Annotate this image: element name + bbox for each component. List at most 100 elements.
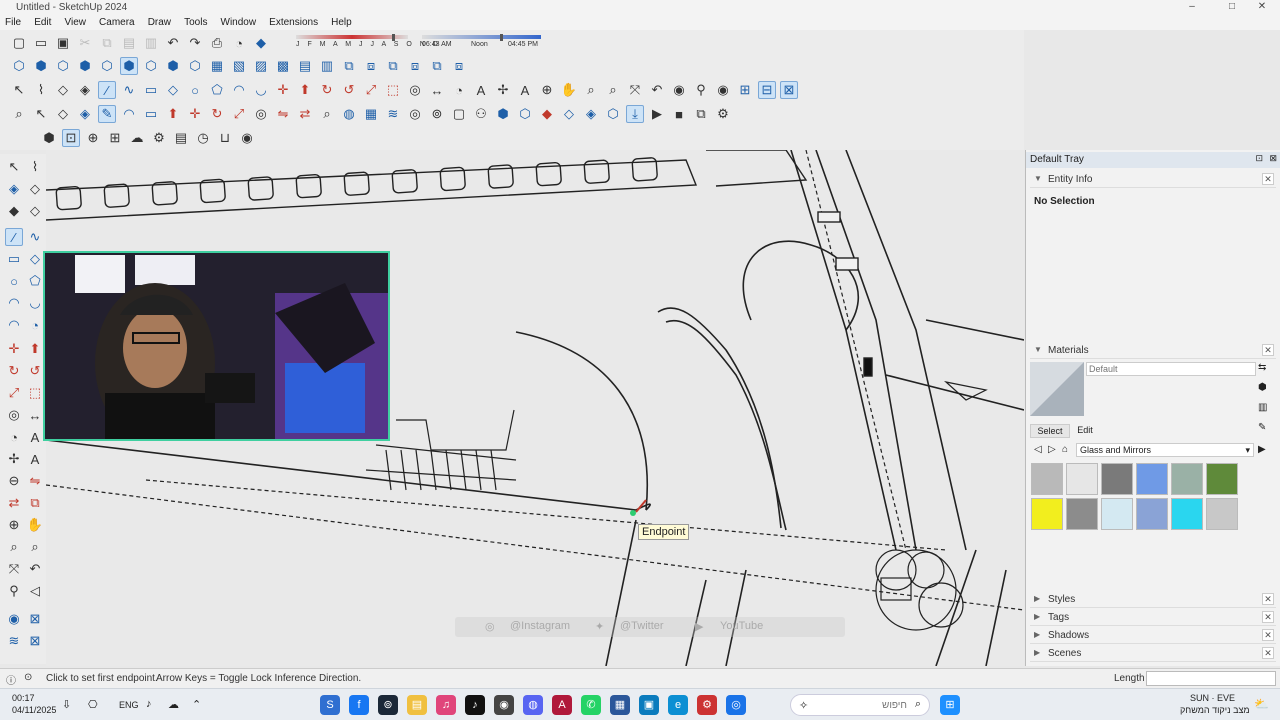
tray-close-icon[interactable]: ⊠ <box>1269 153 1277 164</box>
zoom-tool-left-icon[interactable]: ⌕ <box>5 538 23 556</box>
menu-draw[interactable]: Draw <box>143 16 176 29</box>
credits-icon[interactable]: ⊙ <box>24 672 32 683</box>
material-name-field[interactable] <box>1086 362 1256 376</box>
components-icon[interactable]: ⧉ <box>384 57 402 75</box>
rotate-icon[interactable]: ↻ <box>318 81 336 99</box>
close-button[interactable]: ✕ <box>1250 1 1274 15</box>
cursor-mode-icon[interactable]: ⤓ <box>626 105 644 123</box>
mirror-icon[interactable]: ⇄ <box>296 105 314 123</box>
maximize-button[interactable]: □ <box>1220 1 1244 15</box>
material-swatch[interactable] <box>1101 498 1133 530</box>
rotate-tool-icon[interactable]: ↻ <box>208 105 226 123</box>
position-camera-icon[interactable]: ◉ <box>670 81 688 99</box>
calculator-app-icon[interactable]: ▦ <box>610 695 630 715</box>
facebook-app-icon[interactable]: f <box>349 695 369 715</box>
tab-edit[interactable]: Edit <box>1070 424 1100 438</box>
language-indicator[interactable]: ENG <box>119 700 139 710</box>
scenes-close-icon[interactable]: ✕ <box>1262 647 1274 659</box>
select-tool-icon[interactable]: ↖ <box>5 158 23 176</box>
solid-subtract-icon[interactable]: ⬡ <box>516 105 534 123</box>
pan-tool-icon[interactable]: ✋ <box>26 516 44 534</box>
3d-text-icon[interactable]: A <box>516 81 534 99</box>
menu-view[interactable]: View <box>59 16 91 29</box>
top-view-icon[interactable]: ⬢ <box>32 57 50 75</box>
three-point-arc-icon[interactable]: ◠ <box>5 316 23 334</box>
chrome-browser-icon[interactable]: ◎ <box>726 695 746 715</box>
onedrive-icon[interactable]: ☁ <box>168 698 179 711</box>
walk-icon[interactable]: ⚲ <box>692 81 710 99</box>
flip-icon[interactable]: ⇋ <box>274 105 292 123</box>
flip-tool-icon[interactable]: ⇋ <box>26 472 44 490</box>
cart-icon[interactable]: ⊔ <box>216 129 234 147</box>
collection-select[interactable]: Glass and Mirrors ▾ <box>1076 443 1254 457</box>
group-icon[interactable]: ⧈ <box>406 57 424 75</box>
zoom-extents-icon[interactable]: ⤧ <box>626 81 644 99</box>
move-tool-left-icon[interactable]: ✛ <box>5 340 23 358</box>
back-view-icon[interactable]: ⬡ <box>98 57 116 75</box>
start-menu-icon[interactable]: ⊞ <box>940 695 960 715</box>
cloud-icon[interactable]: ☁ <box>128 129 146 147</box>
extension-warehouse-icon[interactable]: ⬢ <box>40 129 58 147</box>
dimension-tool-icon[interactable]: ↔ <box>26 406 44 424</box>
styles-close-icon[interactable]: ✕ <box>1262 593 1274 605</box>
chat-icon[interactable]: ⎔ <box>88 698 98 711</box>
rotate-tool-left-icon[interactable]: ↻ <box>5 362 23 380</box>
acrobat-app-icon[interactable]: A <box>552 695 572 715</box>
tape-measure-tool-icon[interactable]: ◎ <box>5 406 23 424</box>
settings-app-icon[interactable]: ⚙ <box>697 695 717 715</box>
text-icon[interactable]: A <box>472 81 490 99</box>
walk-tool-icon[interactable]: ⚲ <box>5 582 23 600</box>
zoom-tool-icon[interactable]: ⌕ <box>318 105 336 123</box>
push-pull-tool-icon[interactable]: ⬆ <box>26 340 44 358</box>
paint-bucket-icon[interactable]: ◆ <box>252 34 270 52</box>
material-swatch[interactable] <box>1171 463 1203 495</box>
offset-tool-icon[interactable]: ⬚ <box>26 384 44 402</box>
print-icon[interactable]: ⎙ <box>208 34 226 52</box>
details-arrow-icon[interactable]: ▶ <box>1258 444 1266 455</box>
save-icon[interactable]: ▣ <box>54 34 72 52</box>
stop-icon[interactable]: ■ <box>670 105 688 123</box>
solid-split-icon[interactable]: ◈ <box>582 105 600 123</box>
model-info-icon[interactable]: ◔ <box>230 34 248 52</box>
display-section-icon[interactable]: ⊟ <box>758 81 776 99</box>
section-plane-left-icon[interactable]: ◉ <box>5 610 23 628</box>
material-swatch[interactable] <box>1066 463 1098 495</box>
file-explorer-icon[interactable]: ▤ <box>407 695 427 715</box>
cut-icon[interactable]: ✂ <box>76 34 94 52</box>
material-default-icon[interactable]: ⇆ <box>1258 362 1266 373</box>
display-cuts-icon[interactable]: ⊠ <box>780 81 798 99</box>
freehand-icon[interactable]: ∿ <box>120 81 138 99</box>
rotated-rect-icon[interactable]: ◇ <box>164 81 182 99</box>
two-point-arc-tool-icon[interactable]: ◡ <box>26 294 44 312</box>
axes-tool-icon[interactable]: ✢ <box>5 450 23 468</box>
move-icon[interactable]: ✛ <box>274 81 292 99</box>
material-swatch[interactable] <box>1136 498 1168 530</box>
zoom-window-tool-icon[interactable]: ⌕ <box>26 538 44 556</box>
line-tool-icon[interactable]: ⁄ <box>98 81 116 99</box>
textured-icon[interactable]: ▦ <box>208 57 226 75</box>
redo-icon[interactable]: ↷ <box>186 34 204 52</box>
tag-tool-icon[interactable]: ◇ <box>26 202 44 220</box>
user-icon[interactable]: ⚇ <box>472 105 490 123</box>
lasso-icon[interactable]: ⌇ <box>32 81 50 99</box>
tape-measure-icon[interactable]: ◎ <box>406 81 424 99</box>
iso-view-icon[interactable]: ⬡ <box>10 57 28 75</box>
sketchup-app-icon[interactable]: S <box>320 695 340 715</box>
two-point-arc-icon[interactable]: ◡ <box>252 81 270 99</box>
warehouse-icon[interactable]: ▢ <box>450 105 468 123</box>
paste-icon[interactable]: ▤ <box>120 34 138 52</box>
whatsapp-app-icon[interactable]: ✆ <box>581 695 601 715</box>
weather-icon[interactable]: ⛅ <box>1254 697 1269 711</box>
scenes-header[interactable]: ▶ Scenes ✕ <box>1030 646 1276 662</box>
rectangle-icon[interactable]: ▭ <box>142 81 160 99</box>
edge-browser-icon[interactable]: e <box>668 695 688 715</box>
zoom-extents-tool-icon[interactable]: ⤧ <box>5 560 23 578</box>
scale-tool-icon[interactable]: ⤢ <box>230 105 248 123</box>
tiktok-app-icon[interactable]: ♪ <box>465 695 485 715</box>
material-swatch[interactable] <box>1206 498 1238 530</box>
protractor-tool-icon[interactable]: ◔ <box>5 428 23 446</box>
look-tool-icon[interactable]: ◁ <box>26 582 44 600</box>
menu-help[interactable]: Help <box>326 16 357 29</box>
tab-select[interactable]: Select <box>1030 424 1070 438</box>
notification-icon[interactable]: ⇩ <box>62 698 71 711</box>
